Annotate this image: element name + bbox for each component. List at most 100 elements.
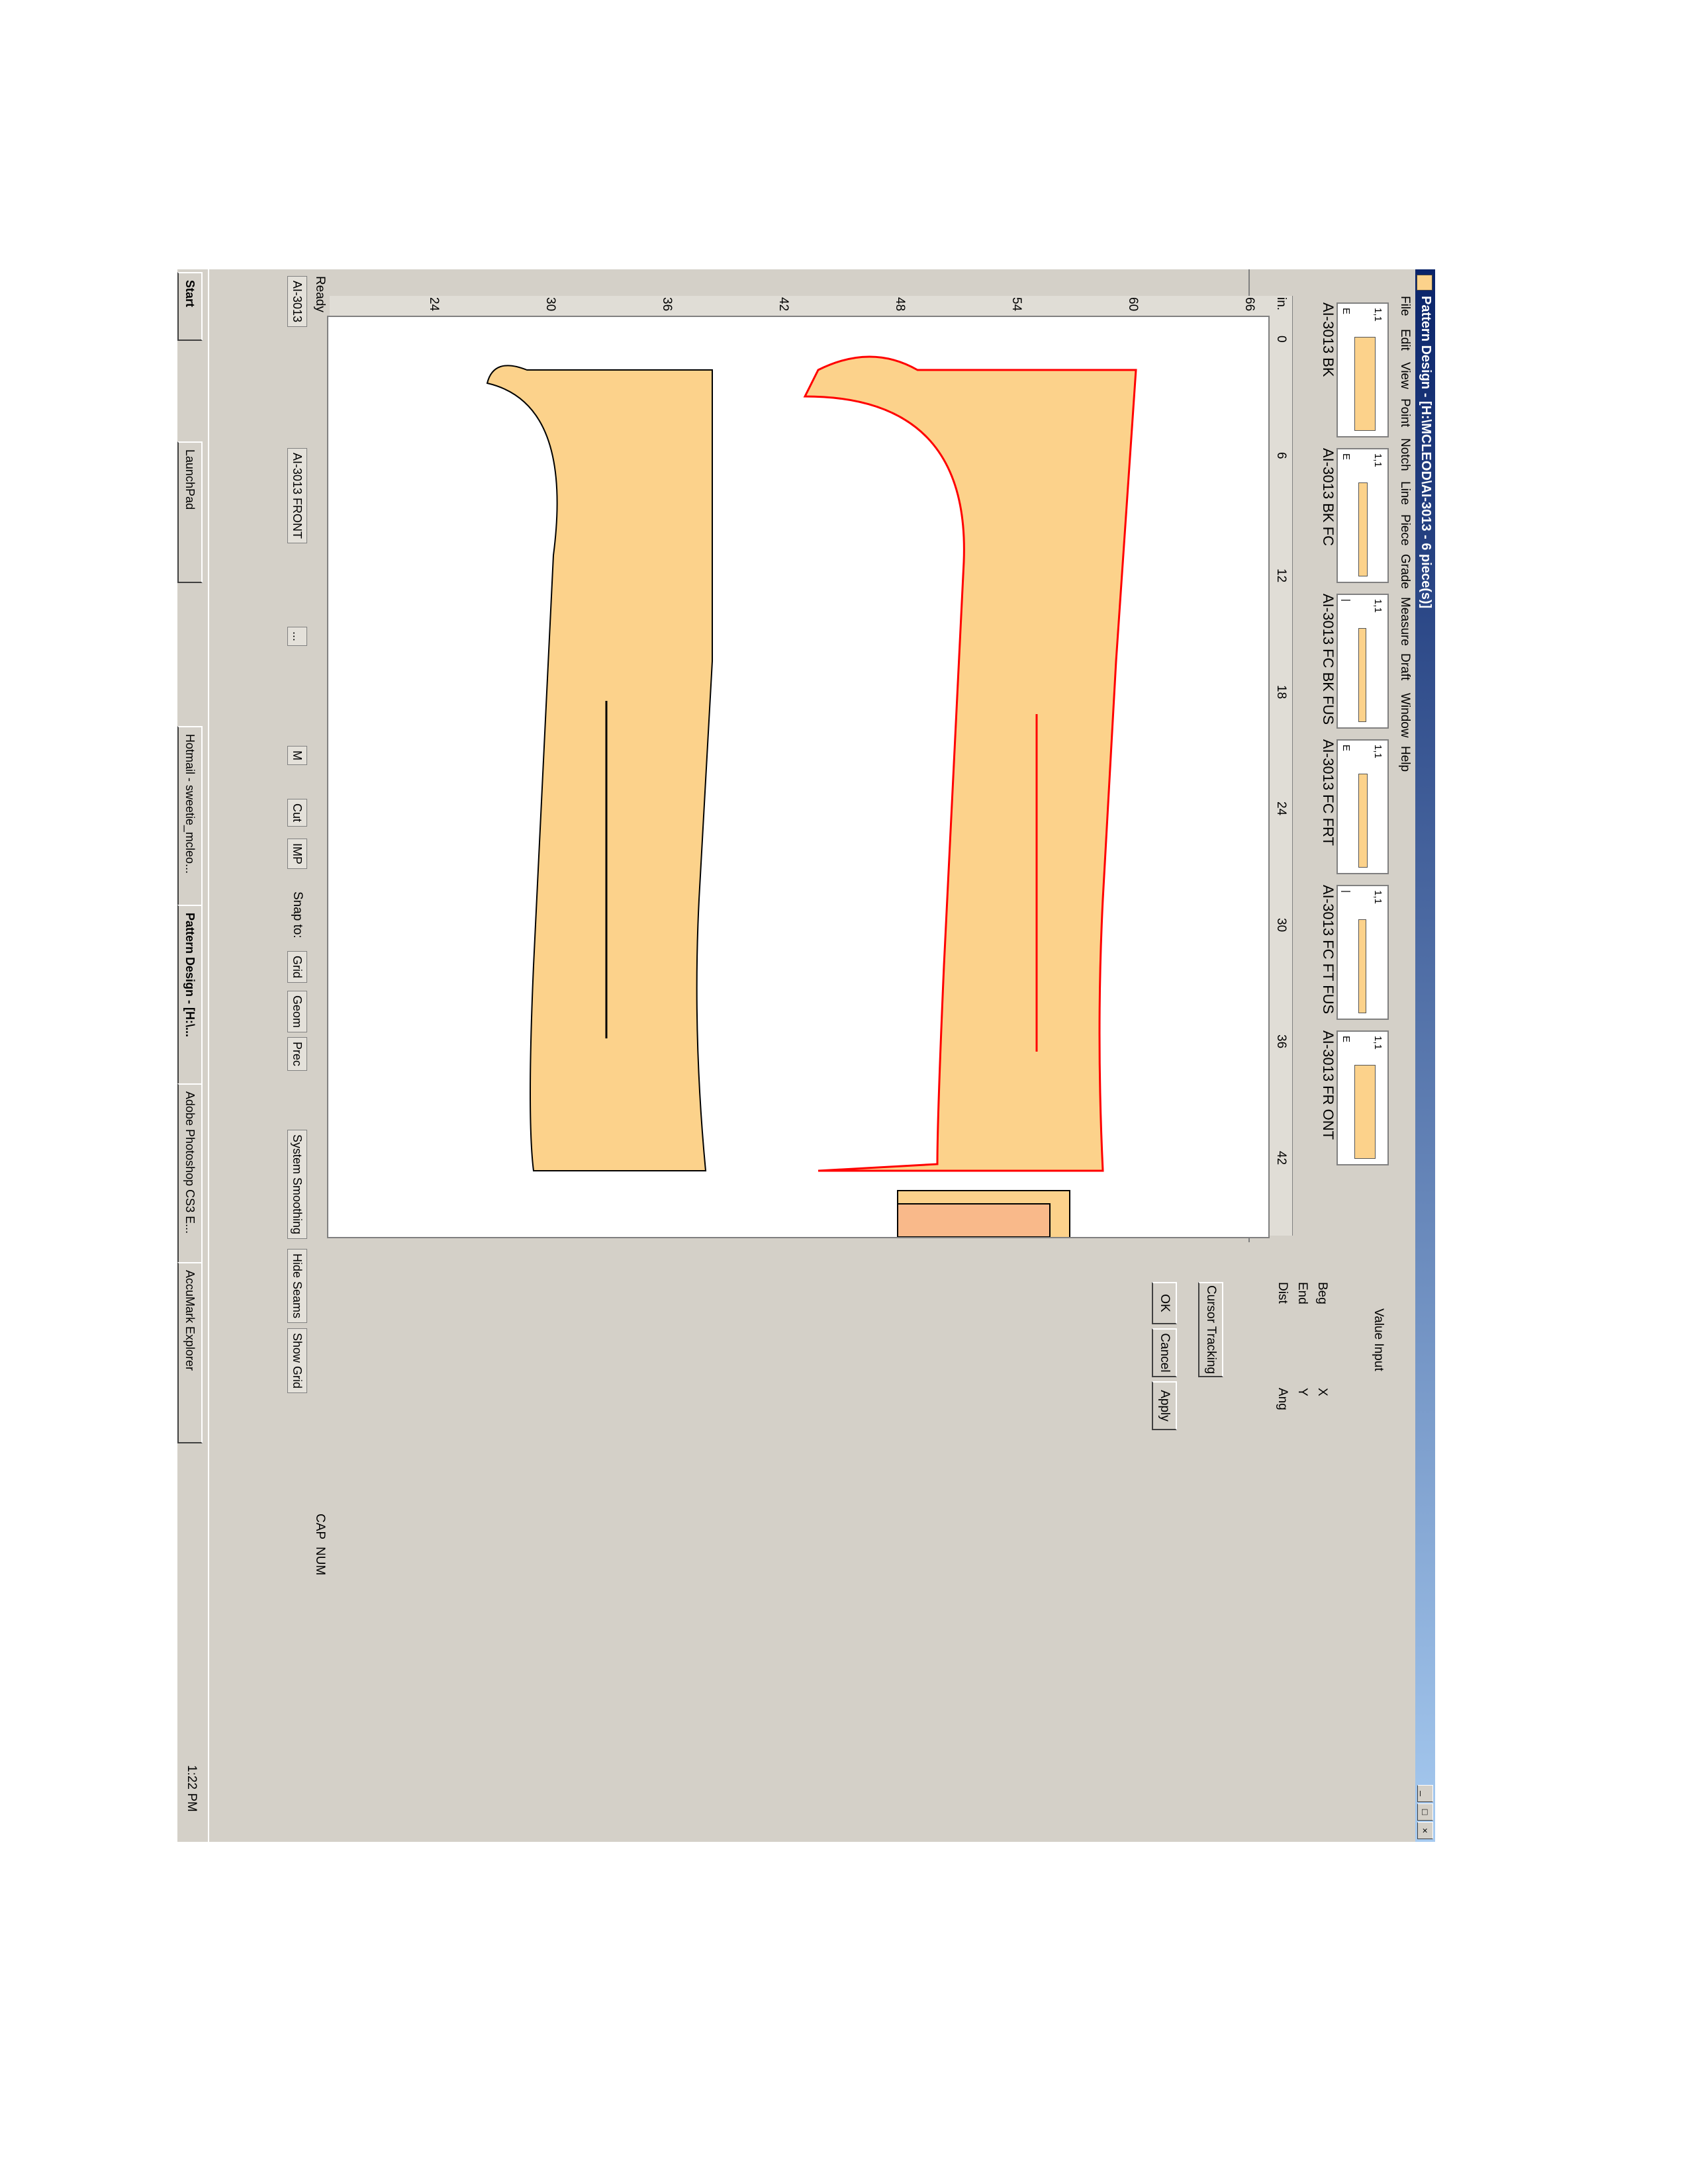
size-select[interactable]: M (287, 746, 307, 765)
cursor-tracking-button[interactable]: Cursor Tracking (1198, 1282, 1223, 1377)
piece-thumb-shape (1358, 919, 1366, 1013)
menu-point[interactable]: Point (1397, 398, 1412, 427)
snap-to-label: Snap to: (291, 891, 305, 938)
apply-button[interactable]: Apply (1152, 1381, 1177, 1430)
piece-thumb-fc-bk-fus[interactable]: 1,1 | (1336, 594, 1389, 729)
taskbar-item-accumark[interactable]: AccuMark Explorer (177, 1262, 203, 1443)
piece-label: AI-3013 BK (1320, 302, 1336, 377)
piece-edge: | (1340, 890, 1352, 893)
ruler-left: 66 60 54 48 42 36 30 24 (330, 296, 1270, 316)
menu-file[interactable]: File (1397, 296, 1412, 316)
pattern-drawing (486, 355, 1137, 1244)
value-input-title: Value Input (1372, 1308, 1385, 1371)
piece-edge: | (1340, 599, 1352, 602)
ruler-tick-label: 36 (660, 297, 674, 312)
dist-label: Dist (1276, 1282, 1289, 1304)
menu-bar: File Edit View Point Notch Line Piece Gr… (1395, 269, 1415, 1842)
menu-help[interactable]: Help (1397, 746, 1412, 772)
screenshot-frame: Pattern Design - [H:\MCLEOD\AI-3013 - 6 … (177, 269, 1435, 1842)
piece-thumb-front[interactable]: 1,1 E (1336, 1030, 1389, 1165)
browse-button[interactable]: ... (287, 627, 307, 647)
style-field[interactable]: AI-3013 (287, 276, 307, 328)
page: Pattern Design - [H:\MCLEOD\AI-3013 - 6 … (0, 0, 1688, 2184)
status-cap: CAP (313, 1514, 327, 1540)
piece-label: AI-3013 FC BK FUS (1320, 594, 1336, 725)
ruler-tick-label: 6 (1274, 452, 1288, 459)
status-ready: Ready (313, 276, 327, 312)
menu-line[interactable]: Line (1397, 481, 1412, 505)
piece-thumb-shape (1358, 482, 1368, 576)
ang-label: Ang (1276, 1388, 1289, 1410)
piece-thumb-shape (1354, 337, 1376, 431)
ok-button[interactable]: OK (1152, 1282, 1177, 1324)
piece-edge: E (1340, 453, 1352, 461)
minimize-icon[interactable]: _ (1417, 1785, 1433, 1802)
piece-thumb-fc-ft-fus[interactable]: 1,1 | (1336, 885, 1389, 1020)
y-label: Y (1295, 1388, 1309, 1396)
window-title: Pattern Design - [H:\MCLEOD\AI-3013 - 6 … (1419, 296, 1433, 609)
piece-count: 1,1 (1372, 745, 1383, 758)
ruler-unit: in. (1274, 297, 1288, 311)
piece-label: AI-3013 FR ONT (1320, 1030, 1336, 1140)
piece-count: 1,1 (1372, 599, 1383, 613)
clock: 1:22 PM (185, 1765, 199, 1812)
menu-piece[interactable]: Piece (1397, 514, 1412, 546)
menu-window[interactable]: Window (1397, 693, 1412, 738)
menu-edit[interactable]: Edit (1397, 329, 1412, 351)
end-label: End (1295, 1282, 1309, 1304)
taskbar-item-photoshop[interactable]: Adobe Photoshop CS3 E... (177, 1083, 203, 1265)
title-bar[interactable]: Pattern Design - [H:\MCLEOD\AI-3013 - 6 … (1415, 269, 1435, 1842)
snap-geom-button[interactable]: Geom (287, 991, 307, 1033)
piece-edge: E (1340, 308, 1352, 315)
ruler-top: in. 0 6 12 18 24 30 36 42 48 54 60 (1269, 296, 1293, 1514)
menu-draft[interactable]: Draft (1397, 653, 1412, 680)
value-input-panel: Value Input Beg End Dist X Y Ang Cursor … (330, 1242, 1395, 1842)
ruler-tick-label: 66 (1243, 297, 1256, 312)
ruler-tick-label: 48 (893, 297, 907, 312)
system-smoothing-button[interactable]: System Smoothing (287, 1130, 307, 1240)
pattern-canvas[interactable] (327, 316, 1270, 1244)
launchpad-button[interactable]: LaunchPad (177, 441, 203, 583)
x-label: X (1315, 1388, 1329, 1396)
beg-label: Beg (1315, 1282, 1329, 1304)
piece-edge: E (1340, 1036, 1352, 1043)
status-bar: Ready CAP NUM (311, 269, 330, 1842)
close-icon[interactable]: × (1417, 1822, 1433, 1839)
piece-thumb-bk-fc[interactable]: 1,1 E (1336, 448, 1389, 583)
show-grid-button[interactable]: Show Grid (287, 1328, 307, 1394)
menu-grade[interactable]: Grade (1397, 554, 1412, 589)
hide-seams-button[interactable]: Hide Seams (287, 1249, 307, 1324)
menu-notch[interactable]: Notch (1397, 438, 1412, 471)
piece-label: AI-3013 FC FT FUS (1320, 885, 1336, 1015)
cancel-button[interactable]: Cancel (1152, 1328, 1177, 1377)
piece-thumb-bk[interactable]: 1,1 E (1336, 302, 1389, 437)
start-button[interactable]: Start (177, 272, 203, 341)
cut-button[interactable]: Cut (287, 799, 307, 827)
piece-thumb-shape (1358, 774, 1368, 868)
waistband-piece-alt (897, 1203, 1051, 1238)
ruler-tick-label: 12 (1274, 569, 1288, 583)
ruler-tick-label: 18 (1274, 685, 1288, 700)
piece-label: AI-3013 FC FRT (1320, 739, 1336, 846)
piece-thumb-fc-frt[interactable]: 1,1 E (1336, 739, 1389, 874)
taskbar: Start LaunchPad Hotmail - sweetie_mcleo.… (177, 269, 209, 1842)
imp-button[interactable]: IMP (287, 839, 307, 870)
snap-prec-button[interactable]: Prec (287, 1037, 307, 1071)
pant-piece-selected (803, 355, 1137, 1172)
menu-measure[interactable]: Measure (1397, 597, 1412, 646)
piece-count: 1,1 (1372, 453, 1383, 467)
ruler-tick-label: 42 (776, 297, 790, 312)
ruler-tick-label: 24 (1274, 801, 1288, 816)
menu-view[interactable]: View (1397, 362, 1412, 389)
taskbar-item-pattern-design[interactable]: Pattern Design - [H:\... (177, 905, 203, 1086)
ruler-tick-label: 24 (427, 297, 441, 312)
maximize-icon[interactable]: □ (1417, 1803, 1433, 1821)
bottom-controls: AI-3013 AI-3013 FRONT ... M Cut IMP Snap… (261, 269, 311, 1842)
ruler-tick-label: 42 (1274, 1151, 1288, 1165)
app-window: Pattern Design - [H:\MCLEOD\AI-3013 - 6 … (177, 269, 1435, 1842)
ruler-tick-label: 36 (1274, 1034, 1288, 1049)
ruler-tick-label: 30 (1274, 918, 1288, 933)
taskbar-item-hotmail[interactable]: Hotmail - sweetie_mcleo... (177, 726, 203, 907)
snap-grid-button[interactable]: Grid (287, 951, 307, 983)
piece-field[interactable]: AI-3013 FRONT (287, 448, 307, 544)
